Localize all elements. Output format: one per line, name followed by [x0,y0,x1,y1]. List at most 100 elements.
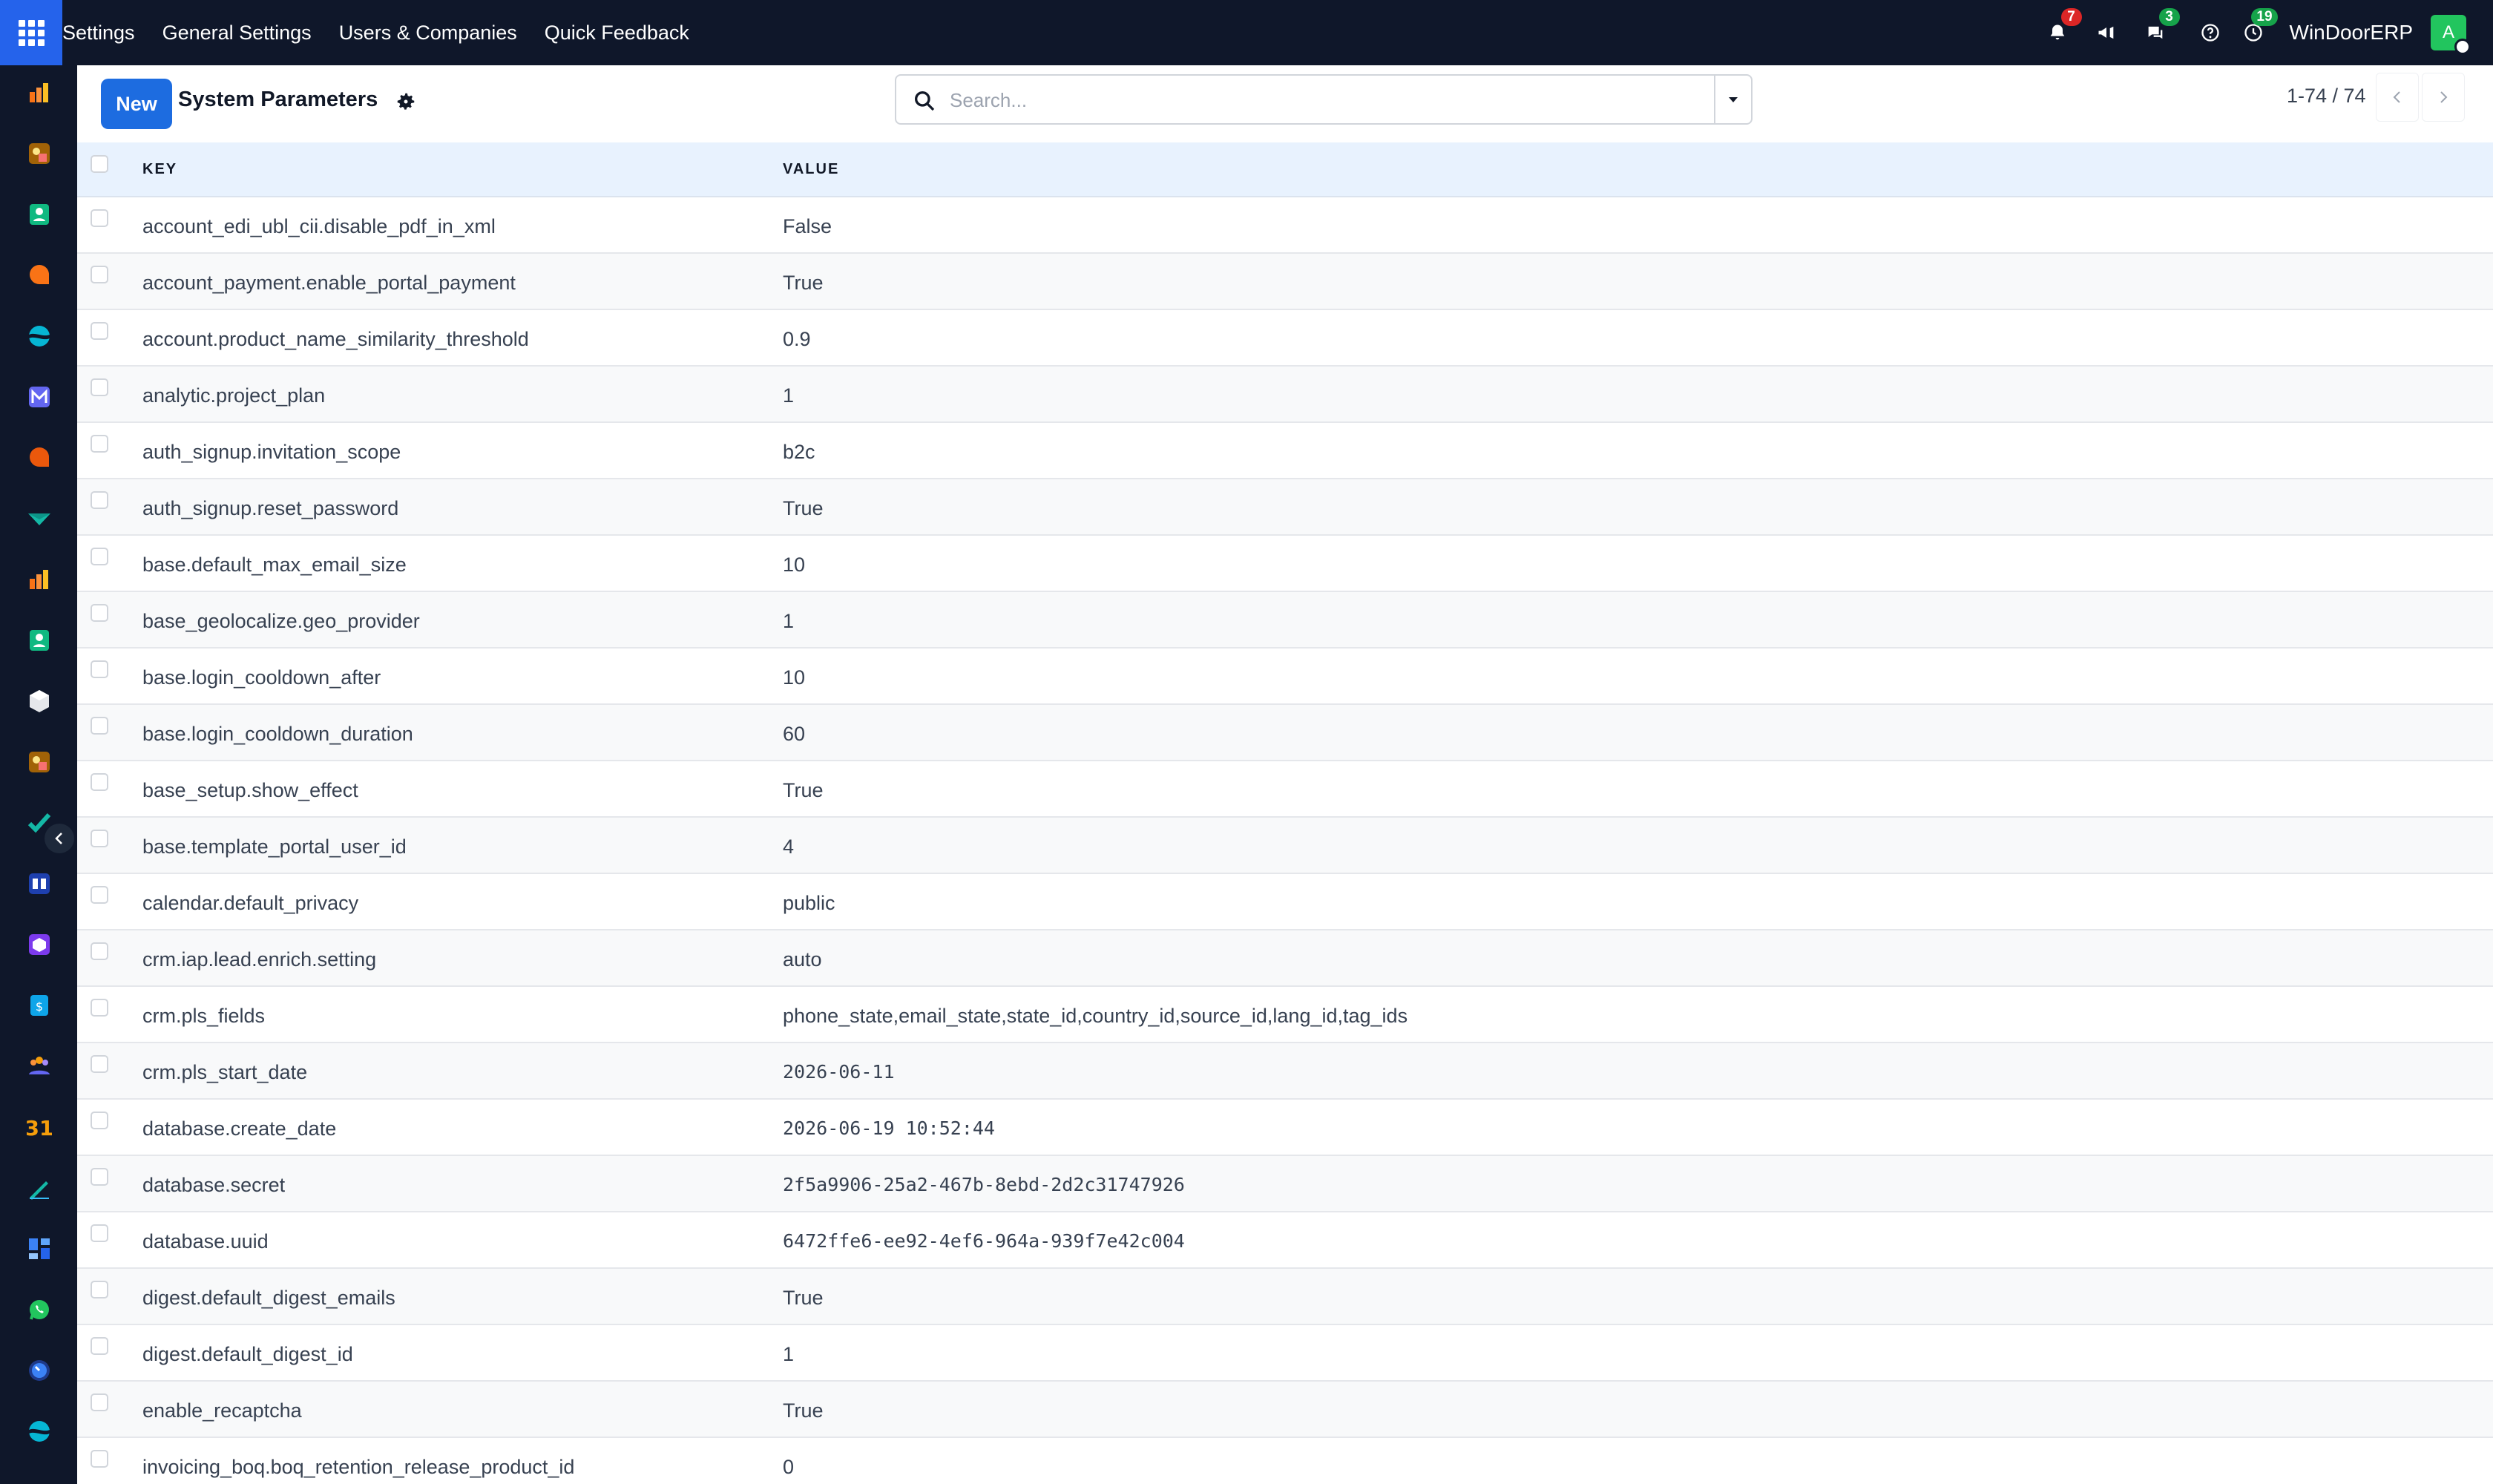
sidebar-app-expenses[interactable]: $ [27,993,52,1018]
row-checkbox[interactable] [91,266,108,283]
gear-icon[interactable] [395,91,417,113]
new-button[interactable]: New [101,79,172,129]
row-checkbox[interactable] [91,1393,108,1411]
row-checkbox[interactable] [91,999,108,1017]
sidebar-app-team[interactable] [27,1054,52,1079]
sidebar-app-email-marketing[interactable] [27,384,52,410]
table-row[interactable]: account_payment.enable_portal_payment Tru… [77,254,2493,310]
sidebar-app-whatsapp[interactable] [27,1297,52,1322]
table-row[interactable]: auth_signup.reset_password True [77,479,2493,536]
row-checkbox[interactable] [91,435,108,453]
sidebar-app-studio[interactable] [27,141,52,166]
help-button[interactable] [2196,19,2224,47]
column-header-value[interactable]: VALUE [783,161,839,178]
row-checkbox[interactable] [91,1112,108,1129]
search-icon[interactable] [913,89,936,113]
row-checkbox[interactable] [91,1224,108,1242]
table-row[interactable]: account_edi_ubl_cii.disable_pdf_in_xml Fa… [77,197,2493,254]
sidebar-app-dashboards[interactable] [27,1236,52,1261]
row-checkbox[interactable] [91,548,108,565]
search-options-toggle[interactable] [1714,76,1751,123]
messages-button[interactable]: 3 [2141,8,2180,47]
sidebar-app-sign[interactable] [27,1175,52,1201]
row-checkbox[interactable] [91,1168,108,1186]
menu-general-settings[interactable]: General Settings [162,22,312,45]
sidebar-app-knowledge[interactable] [27,871,52,896]
table-row[interactable]: digest.default_digest_id 1 [77,1325,2493,1382]
select-all-checkbox[interactable] [91,155,108,173]
table-row[interactable]: database.secret 2f5a9906-25a2-467b-8ebd-2… [77,1156,2493,1212]
sidebar-app-employees[interactable] [27,628,52,653]
row-checkbox[interactable] [91,773,108,791]
table-row[interactable]: enable_recaptcha True [77,1382,2493,1438]
table-row[interactable]: auth_signup.invitation_scope b2c [77,423,2493,479]
sidebar-app-timer[interactable] [27,1358,52,1383]
sidebar-app-reporting-2[interactable] [27,567,52,592]
messages-badge: 3 [2158,8,2180,26]
caret-down-icon [1729,97,1738,102]
row-checkbox[interactable] [91,322,108,340]
pager-next-button[interactable] [2422,73,2465,122]
table-row[interactable]: base.login_cooldown_duration 60 [77,705,2493,761]
row-checkbox[interactable] [91,830,108,847]
chevron-left-icon [55,833,62,844]
table-row[interactable]: base_geolocalize.geo_provider 1 [77,592,2493,649]
row-key: crm.iap.lead.enrich.setting [142,948,377,971]
pager-value[interactable]: 1-74 / 74 [2287,85,2366,108]
announcements-button[interactable] [2092,19,2121,47]
table-row[interactable]: calendar.default_privacy public [77,874,2493,930]
menu-quick-feedback[interactable]: Quick Feedback [545,22,689,45]
sidebar-app-apps[interactable] [27,932,52,957]
row-value: 0.9 [783,328,811,350]
sidebar-app-discuss[interactable] [27,263,52,288]
table-row[interactable]: database.uuid 6472ffe6-ee92-4ef6-964a-939… [77,1212,2493,1269]
table-row[interactable]: database.create_date 2026-06-19 10:52:44 [77,1100,2493,1156]
sidebar-app-reporting[interactable] [27,80,52,105]
search-input[interactable] [950,85,1632,116]
row-checkbox[interactable] [91,1337,108,1355]
table-row[interactable]: digest.default_digest_emails True [77,1269,2493,1325]
table-row[interactable]: crm.iap.lead.enrich.setting auto [77,930,2493,987]
notifications-button[interactable]: 7 [2043,8,2082,47]
column-header-key[interactable]: KEY [142,161,177,178]
sidebar-app-todo[interactable] [27,810,52,835]
sidebar-app-project[interactable] [27,506,52,531]
menu-settings[interactable]: Settings [62,22,135,45]
table-row[interactable]: base.login_cooldown_after 10 [77,649,2493,705]
table-row[interactable]: account.product_name_similarity_threshol… [77,310,2493,367]
sidebar-app-studio-2[interactable] [27,749,52,775]
activities-button[interactable]: 19 [2239,8,2278,47]
sidebar-app-website-2[interactable] [27,1419,52,1444]
studio-icon [29,752,50,772]
sidebar-app-calendar[interactable]: 31 [27,1114,52,1140]
menu-users-companies[interactable]: Users & Companies [339,22,517,45]
row-checkbox[interactable] [91,491,108,509]
row-checkbox[interactable] [91,378,108,396]
row-checkbox[interactable] [91,942,108,960]
company-name[interactable]: WinDoorERP [2290,21,2413,45]
row-checkbox[interactable] [91,660,108,678]
table-row[interactable]: crm.pls_fields phone_state,email_state,st… [77,987,2493,1043]
table-row[interactable]: base_setup.show_effect True [77,761,2493,818]
sidebar-app-livechat[interactable] [27,445,52,470]
table-row[interactable]: base.template_portal_user_id 4 [77,818,2493,874]
row-checkbox[interactable] [91,209,108,227]
table-row[interactable]: crm.pls_start_date 2026-06-11 [77,1043,2493,1100]
row-checkbox[interactable] [91,886,108,904]
table-row[interactable]: invoicing_boq.boq_retention_release_prod… [77,1438,2493,1484]
row-checkbox[interactable] [91,1450,108,1468]
pager-previous-button[interactable] [2376,73,2419,122]
reporting-icon [30,83,48,102]
sidebar-app-contacts[interactable] [27,202,52,227]
app-switcher-button[interactable] [0,0,62,65]
sidebar-app-inventory[interactable] [27,689,52,714]
row-checkbox[interactable] [91,1281,108,1298]
table-row[interactable]: base.default_max_email_size 10 [77,536,2493,592]
row-checkbox[interactable] [91,1055,108,1073]
table-row[interactable]: analytic.project_plan 1 [77,367,2493,423]
row-checkbox[interactable] [91,717,108,735]
user-avatar[interactable]: A [2431,15,2471,55]
row-checkbox[interactable] [91,604,108,622]
website-icon [29,1421,50,1442]
sidebar-app-website[interactable] [27,324,52,349]
